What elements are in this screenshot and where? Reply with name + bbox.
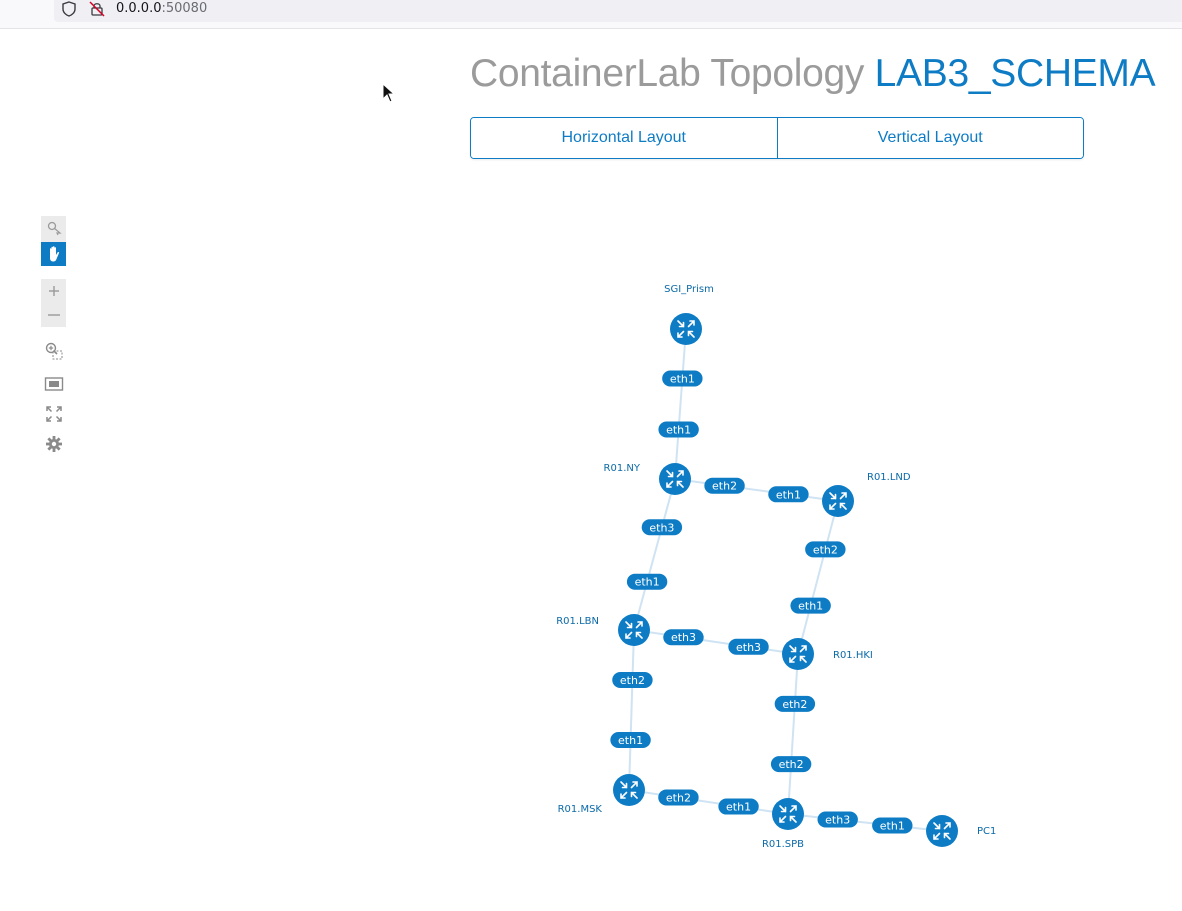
node-label: R01.SPB [762, 839, 804, 850]
link-target-interface-label: eth1 [610, 732, 651, 749]
link-label-text: eth2 [779, 758, 804, 771]
link-source-interface-label: eth2 [704, 477, 745, 494]
router-node-circle[interactable] [772, 798, 804, 830]
router-node-circle[interactable] [926, 815, 958, 847]
link-target-interface-label: eth1 [658, 421, 699, 438]
link-label-text: eth1 [726, 801, 751, 814]
link-label-text: eth2 [620, 674, 645, 687]
router-node-circle[interactable] [782, 638, 814, 670]
link-label-text: eth3 [671, 631, 696, 644]
link-target-interface-label: eth2 [770, 756, 812, 773]
router-node-circle[interactable] [613, 774, 645, 806]
router-node-circle[interactable] [822, 485, 854, 517]
link-label-text: eth3 [649, 521, 674, 534]
link-label-text: eth2 [712, 480, 737, 493]
link-line[interactable] [633, 629, 799, 655]
link-target-interface-label: eth1 [790, 597, 831, 614]
link-label-text: eth3 [825, 813, 850, 826]
link-line[interactable] [628, 629, 635, 791]
link-line[interactable] [674, 328, 687, 480]
link-label-text: eth2 [666, 791, 691, 804]
link-line[interactable] [787, 813, 943, 832]
node-label: R01.LBN [556, 616, 599, 627]
link-source-interface-label: eth3 [817, 811, 858, 828]
link-label-text: eth1 [798, 600, 823, 613]
node-r01-spb[interactable]: R01.SPB [762, 798, 804, 850]
node-label: R01.NY [604, 463, 641, 474]
link-target-interface-label: eth1 [626, 573, 668, 590]
link-source-interface-label: eth3 [641, 519, 683, 536]
link-label-text: eth2 [813, 543, 838, 556]
router-node-circle[interactable] [618, 614, 650, 646]
link-target-interface-label: eth1 [872, 817, 913, 834]
router-node-circle[interactable] [670, 313, 702, 345]
link-label-text: eth1 [776, 488, 801, 501]
link-source-interface-label: eth2 [612, 671, 653, 688]
link-line[interactable] [787, 653, 799, 815]
link-label-text: eth1 [666, 424, 691, 437]
links-layer [628, 328, 943, 832]
node-sgi-prism[interactable]: SGI_Prism [664, 284, 714, 345]
link-target-interface-label: eth1 [768, 486, 809, 503]
node-label: R01.MSK [558, 804, 603, 815]
link-label-text: eth1 [670, 373, 695, 386]
node-r01-ny[interactable]: R01.NY [604, 463, 691, 495]
router-node-circle[interactable] [659, 463, 691, 495]
node-r01-hki[interactable]: R01.HKI [782, 638, 873, 670]
link-label-text: eth3 [736, 641, 761, 654]
link-line[interactable] [628, 789, 789, 815]
node-label: SGI_Prism [664, 284, 714, 295]
link-label-text: eth2 [782, 698, 807, 711]
link-target-interface-label: eth1 [718, 798, 759, 815]
topology-canvas[interactable]: eth1 eth1 eth2 eth1 eth3 eth1 eth2 eth1 eth3 eth3… [0, 0, 1182, 911]
link-source-interface-label: eth1 [662, 370, 703, 387]
link-source-interface-label: eth2 [658, 789, 699, 806]
link-line[interactable] [797, 500, 839, 655]
node-pc1[interactable]: PC1 [926, 815, 996, 847]
node-r01-lbn[interactable]: R01.LBN [556, 614, 650, 646]
link-labels-layer: eth1 eth1 eth2 eth1 eth3 eth1 eth2 eth1 eth3 eth3… [610, 370, 913, 834]
link-target-interface-label: eth3 [728, 638, 769, 655]
node-label: R01.HKI [833, 650, 873, 661]
link-label-text: eth1 [880, 820, 905, 833]
link-label-text: eth1 [635, 576, 660, 589]
link-source-interface-label: eth2 [805, 541, 846, 558]
node-label: PC1 [977, 826, 996, 837]
node-label: R01.LND [867, 472, 911, 483]
link-label-text: eth1 [618, 734, 643, 747]
link-line[interactable] [674, 478, 839, 502]
link-source-interface-label: eth3 [663, 629, 704, 646]
link-line[interactable] [633, 478, 676, 631]
node-r01-msk[interactable]: R01.MSK [558, 774, 645, 815]
node-r01-lnd[interactable]: R01.LND [822, 472, 911, 517]
link-source-interface-label: eth2 [774, 695, 816, 712]
